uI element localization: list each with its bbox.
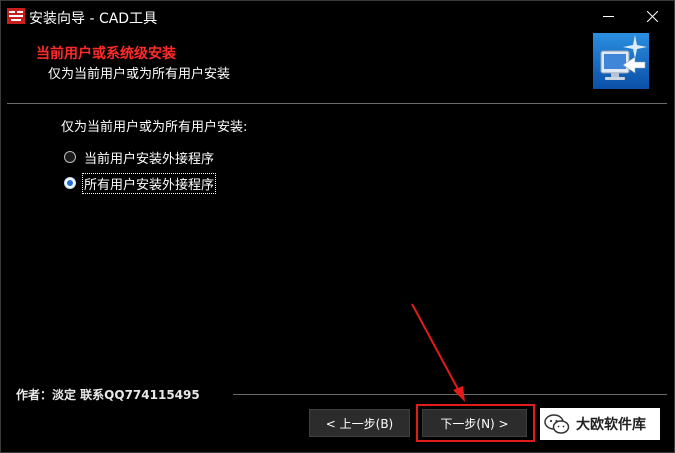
author-info: 作者：淡定 联系QQ774115495 (16, 388, 200, 402)
monitor-install-icon (593, 33, 649, 89)
header-divider (7, 103, 667, 104)
radio-option-all-users[interactable]: 所有用户安装外接程序 (64, 172, 217, 194)
watermark-badge: 大欧软件库 (540, 408, 660, 440)
next-button-highlight-box (416, 404, 535, 442)
install-scope-question: 仅为当前用户或为所有用户安装: (61, 120, 248, 135)
back-button[interactable]: < 上一步(B) (309, 409, 410, 437)
radio-all-users[interactable] (64, 177, 76, 189)
radio-current-user[interactable] (64, 151, 76, 163)
window-title: 安装向导 - CAD工具 (29, 11, 158, 27)
wechat-icon (544, 414, 570, 434)
header-subtitle: 仅为当前用户或为所有用户安装 (48, 67, 231, 82)
radio-option-current-user[interactable]: 当前用户安装外接程序 (64, 147, 215, 167)
header-title: 当前用户或系统级安装 (36, 46, 176, 62)
radio-label-current-user[interactable]: 当前用户安装外接程序 (83, 148, 215, 167)
app-icon (7, 8, 25, 24)
radio-label-all-users[interactable]: 所有用户安装外接程序 (81, 172, 217, 194)
watermark-text: 大欧软件库 (576, 417, 646, 433)
close-button[interactable] (630, 1, 674, 32)
close-icon (646, 11, 658, 22)
installer-window: 安装向导 - CAD工具 当前用户或系统级安装 仅为当前用户或为所有用户安装 仅… (0, 0, 675, 453)
title-bar[interactable]: 安装向导 - CAD工具 (1, 1, 674, 32)
minimize-button[interactable] (586, 1, 630, 32)
footer-divider (233, 394, 667, 395)
minimize-icon (602, 16, 614, 17)
